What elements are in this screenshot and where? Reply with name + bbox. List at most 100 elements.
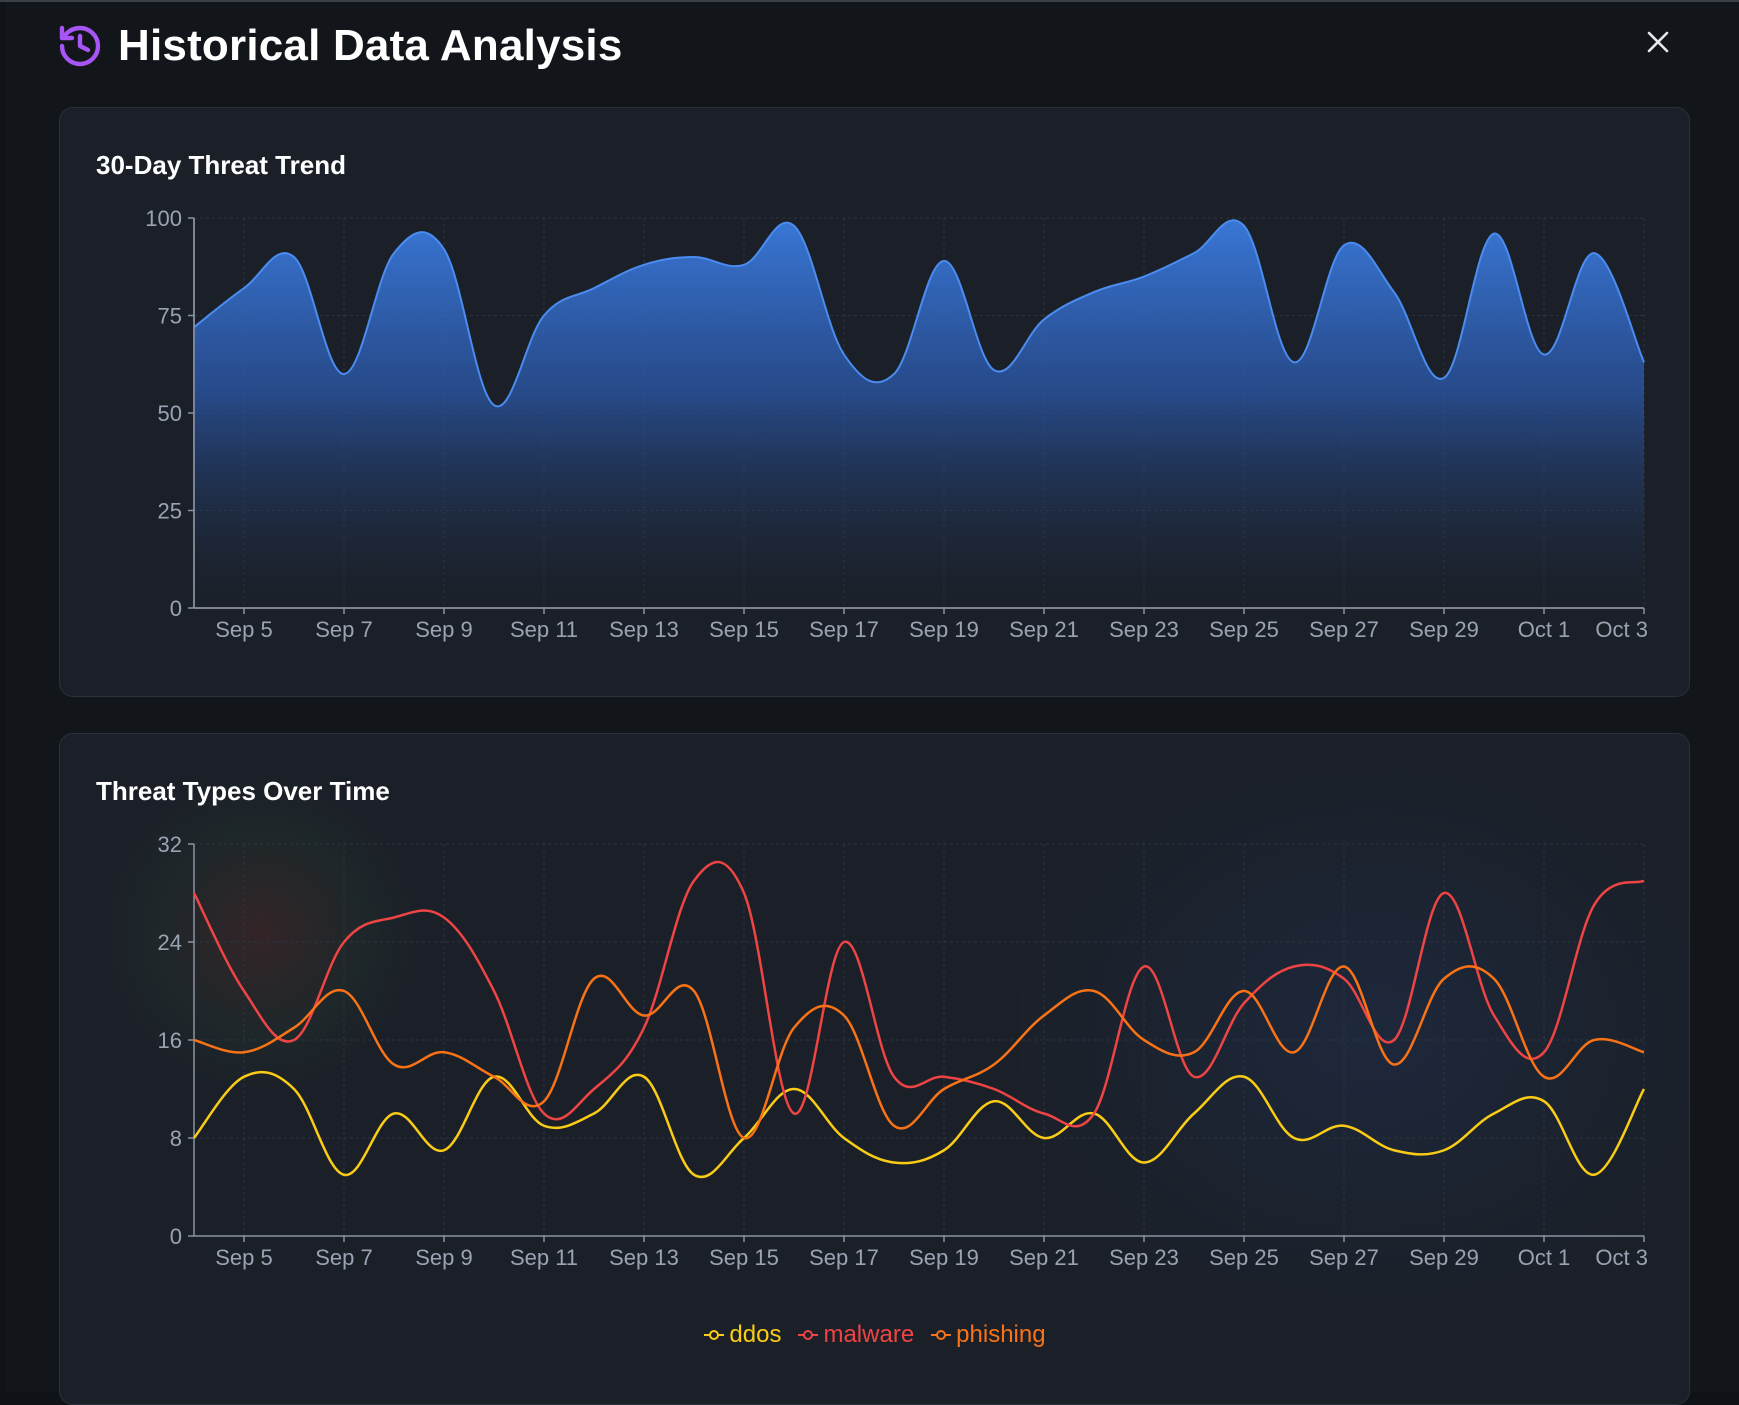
threat-trend-point	[1341, 242, 1347, 248]
series-point-ddos	[1191, 1111, 1197, 1117]
trend-x-tick-label: Sep 19	[909, 617, 979, 642]
types-x-tick-label: Oct 3	[1595, 1245, 1648, 1270]
series-point-ddos	[941, 1147, 947, 1153]
series-point-phishing	[541, 1098, 547, 1104]
threat-trend-point	[1291, 359, 1297, 365]
types-x-tick-label: Sep 27	[1309, 1245, 1379, 1270]
trend-x-tick-label: Oct 3	[1595, 617, 1648, 642]
series-point-phishing	[941, 1086, 947, 1092]
series-point-ddos	[641, 1074, 647, 1080]
series-line-phishing	[193, 965, 1645, 1140]
types-x-tick-label: Sep 17	[809, 1245, 879, 1270]
threat-trend-point	[691, 254, 697, 260]
series-point-malware	[691, 878, 697, 884]
series-point-ddos	[591, 1111, 597, 1117]
series-point-malware	[1391, 1037, 1397, 1043]
series-point-phishing	[741, 1135, 747, 1141]
types-x-tick-label: Sep 15	[709, 1245, 779, 1270]
types-x-tick-label: Sep 9	[415, 1245, 473, 1270]
legend-label-phishing: phishing	[956, 1321, 1046, 1348]
series-point-malware	[541, 1111, 547, 1117]
trend-y-tick-label: 0	[170, 596, 182, 621]
trend-y-tick-label: 100	[145, 206, 182, 231]
series-point-phishing	[491, 1074, 497, 1080]
series-point-ddos	[841, 1135, 847, 1141]
series-point-ddos	[241, 1074, 247, 1080]
threat-trend-card: 30-Day Threat Trend 0 25 50 75 100 Sep 5 Sep 7…	[59, 107, 1690, 697]
legend-item-ddos[interactable]: ddos	[703, 1321, 781, 1349]
threat-trend-point	[791, 223, 797, 229]
threat-trend-point	[491, 402, 497, 408]
series-point-malware	[891, 1074, 897, 1080]
types-y-tick-label: 24	[158, 930, 182, 955]
series-point-malware	[591, 1086, 597, 1092]
series-point-malware	[1091, 1111, 1097, 1117]
series-point-malware	[1141, 964, 1147, 970]
series-point-phishing	[1641, 1049, 1647, 1055]
trend-x-tick-label: Sep 15	[709, 617, 779, 642]
series-point-phishing	[1341, 964, 1347, 970]
threat-trend-point	[1541, 352, 1547, 358]
series-point-ddos	[391, 1111, 397, 1117]
threat-types-card: Threat Types Over Time 0 8 16 24 32 Sep 5 Sep …	[59, 733, 1690, 1405]
series-point-ddos	[1341, 1123, 1347, 1129]
threat-trend-point	[1141, 274, 1147, 280]
series-point-malware	[941, 1074, 947, 1080]
series-point-malware	[1591, 902, 1597, 908]
series-point-phishing	[991, 1062, 997, 1068]
types-y-tick-label: 32	[158, 832, 182, 857]
series-point-phishing	[441, 1049, 447, 1055]
threat-trend-point	[1491, 231, 1497, 237]
series-point-phishing	[341, 988, 347, 994]
series-point-ddos	[1491, 1111, 1497, 1117]
series-point-phishing	[1091, 988, 1097, 994]
series-line-ddos	[193, 1070, 1646, 1179]
trend-x-tick-label: Sep 7	[315, 617, 373, 642]
threat-trend-point	[1041, 316, 1047, 322]
threat-types-chart[interactable]: 0 8 16 24 32 Sep 5 Sep 7 Sep 9 Sep 11 Sep 13 Sep 1…	[60, 734, 1689, 1404]
trend-x-tick-label: Sep 29	[1409, 617, 1479, 642]
threat-trend-point	[841, 352, 847, 358]
threat-trend-point	[1191, 250, 1197, 256]
series-point-phishing	[1041, 1013, 1047, 1019]
series-point-phishing	[891, 1123, 897, 1129]
series-point-phishing	[291, 1025, 297, 1031]
threat-trend-point	[991, 367, 997, 373]
types-y-tick-label: 0	[170, 1224, 182, 1249]
series-point-malware	[791, 1111, 797, 1117]
threat-trend-point	[891, 371, 897, 377]
series-point-ddos	[1641, 1086, 1647, 1092]
series-point-phishing	[1191, 1049, 1197, 1055]
close-button[interactable]	[1640, 24, 1676, 60]
historical-analysis-modal: Historical Data Analysis 30-Day Threat T…	[6, 2, 1739, 1405]
close-icon	[1647, 31, 1669, 53]
series-point-phishing	[1441, 976, 1447, 982]
threat-trend-point	[1441, 375, 1447, 381]
threat-trend-point	[1391, 289, 1397, 295]
trend-y-tick-label: 75	[158, 304, 182, 329]
series-point-phishing	[1491, 976, 1497, 982]
threat-trend-point	[741, 262, 747, 268]
threat-trend-point	[391, 250, 397, 256]
legend-label-malware: malware	[823, 1321, 915, 1348]
series-point-ddos	[1291, 1135, 1297, 1141]
series-point-ddos	[1241, 1074, 1247, 1080]
trend-y-tick-label: 50	[158, 401, 182, 426]
series-point-ddos	[191, 1135, 197, 1141]
trend-x-tick-label: Sep 21	[1009, 617, 1079, 642]
threat-trend-point	[1091, 289, 1097, 295]
types-x-tick-label: Sep 11	[510, 1245, 578, 1270]
series-point-malware	[1641, 878, 1647, 884]
legend-item-malware[interactable]: malware	[797, 1321, 914, 1349]
series-point-phishing	[691, 988, 697, 994]
series-point-malware	[1541, 1049, 1547, 1055]
legend-line-marker-icon	[704, 1330, 725, 1340]
series-point-malware	[1341, 976, 1347, 982]
threat-trend-chart[interactable]: 0 25 50 75 100 Sep 5 Sep 7 Sep 9 Sep 11 Sep 13 Sep…	[60, 108, 1689, 696]
types-y-tick-label: 16	[158, 1028, 182, 1053]
series-point-phishing	[1291, 1049, 1297, 1055]
types-x-tick-label: Sep 19	[909, 1245, 979, 1270]
series-point-phishing	[191, 1037, 197, 1043]
types-x-tick-label: Oct 1	[1518, 1245, 1571, 1270]
legend-item-phishing[interactable]: phishing	[930, 1321, 1046, 1349]
